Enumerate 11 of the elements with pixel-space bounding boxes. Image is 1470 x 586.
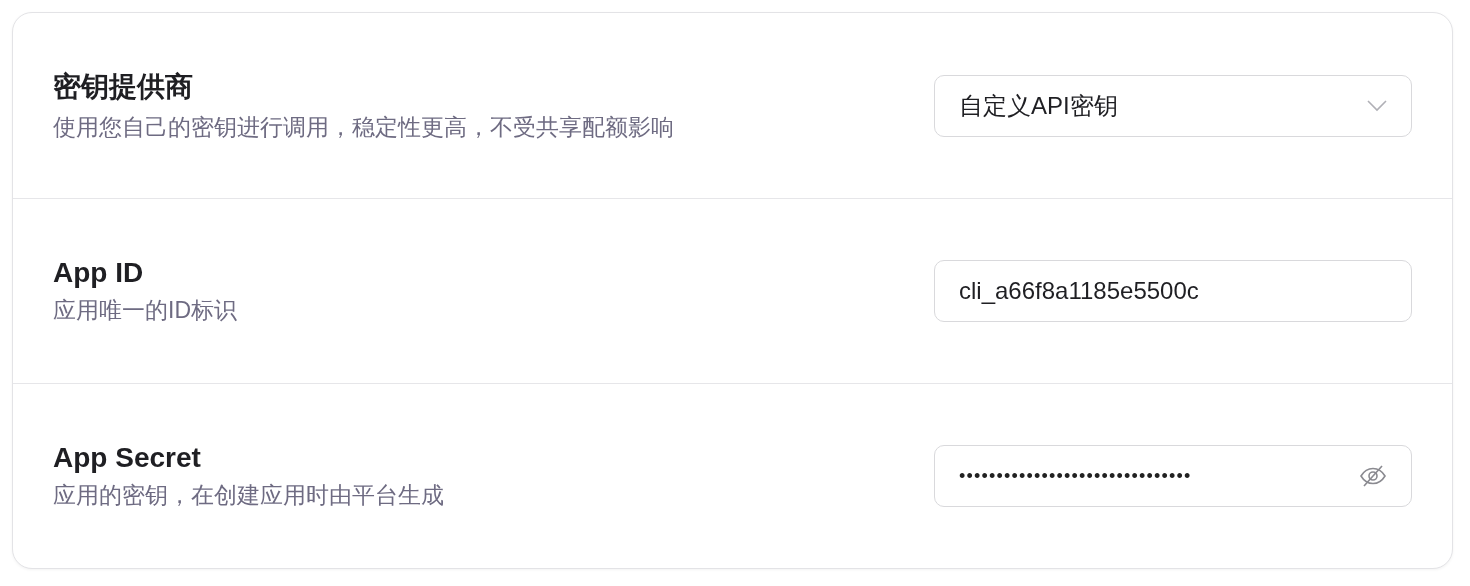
provider-dropdown[interactable]: 自定义API密钥 [934, 74, 1412, 137]
chevron-down-icon [1367, 99, 1387, 112]
setting-description: 应用的密钥，在创建应用时由平台生成 [53, 480, 444, 510]
setting-label: App ID [53, 256, 145, 289]
setting-label: App Secret [53, 441, 202, 474]
secret-field[interactable]: ••••••••••••••••••••••••••••••• [934, 445, 1412, 507]
setting-label: 密钥提供商 [53, 70, 194, 104]
setting-description: 应用唯一的ID标识 [53, 295, 237, 325]
setting-description: 使用您自己的密钥进行调用，稳定性更高，不受共享配额影响 [53, 113, 674, 142]
eye-slash-icon[interactable] [1359, 464, 1387, 488]
app-id-field[interactable]: cli_a66f8a1185e5500c [934, 260, 1412, 322]
